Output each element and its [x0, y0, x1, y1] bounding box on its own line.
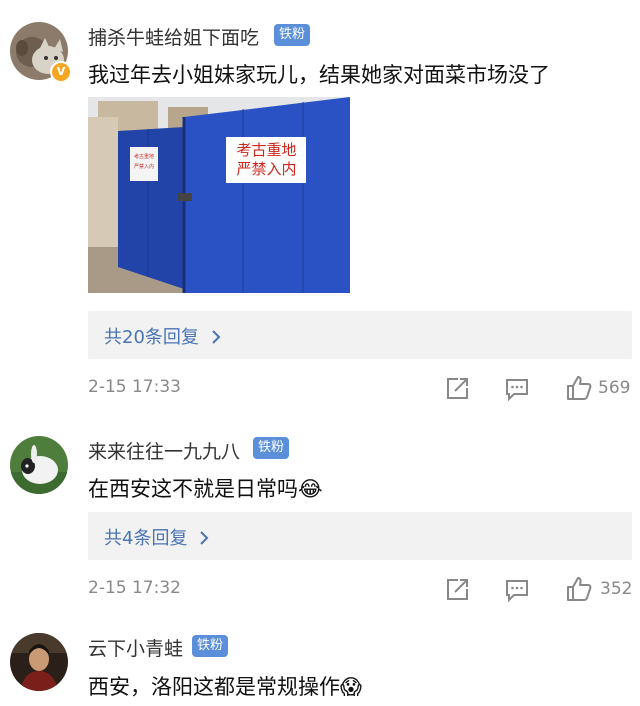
verified-icon: V	[50, 61, 72, 83]
comment-3: 云下小青蛙 铁粉 西安，洛阳这都是常规操作😱	[0, 615, 640, 706]
comment-text: 在西安这不就是日常吗😂	[88, 477, 323, 501]
comment-icon[interactable]	[504, 577, 530, 603]
like-icon[interactable]	[566, 375, 592, 401]
view-replies-label: 共20条回复	[104, 327, 199, 348]
rabbit-avatar-icon	[10, 436, 68, 494]
like-count: 569	[598, 378, 631, 398]
repost-icon[interactable]	[444, 577, 470, 603]
username[interactable]: 云下小青蛙	[88, 634, 183, 661]
chevron-right-icon	[200, 531, 209, 545]
reply-box[interactable]: 共20条回复	[88, 311, 632, 359]
comment-1: V 捕杀牛蛙给姐下面吃 铁粉 我过年去小姐妹家玩儿，结果她家对面菜市场没了 考古…	[0, 0, 640, 410]
view-replies-link[interactable]: 共20条回复	[104, 323, 221, 349]
like-icon[interactable]	[566, 576, 592, 602]
fan-badge: 铁粉	[192, 635, 229, 657]
fan-badge: 铁粉	[274, 24, 311, 46]
comment-time: 2-15 17:33	[88, 377, 181, 397]
fan-badge: 铁粉	[253, 437, 290, 459]
comment-icon[interactable]	[504, 376, 530, 402]
avatar[interactable]	[10, 633, 68, 691]
view-replies-label: 共4条回复	[104, 528, 188, 549]
sign-big-line-2: 严禁入内	[236, 160, 297, 178]
comment-photo[interactable]: 考古重地 严禁入内 考古重地 严禁入内	[88, 97, 350, 293]
sign-big: 考古重地 严禁入内	[229, 141, 304, 179]
comment-2: 来来往往一九九八 铁粉 在西安这不就是日常吗😂 共4条回复 2-15 17:32…	[0, 410, 640, 615]
like-count: 352	[600, 579, 633, 599]
blue-fence-photo-icon	[88, 97, 350, 293]
comment-text: 我过年去小姐妹家玩儿，结果她家对面菜市场没了	[88, 63, 550, 87]
view-replies-link[interactable]: 共4条回复	[104, 524, 209, 550]
comment-time: 2-15 17:32	[88, 578, 181, 598]
sign-big-line-1: 考古重地	[236, 141, 297, 159]
repost-icon[interactable]	[444, 376, 470, 402]
person-avatar-icon	[10, 633, 68, 691]
chevron-right-icon	[211, 330, 221, 344]
avatar[interactable]	[10, 436, 68, 494]
username[interactable]: 来来往往一九九八	[88, 437, 240, 464]
comment-text: 西安，洛阳这都是常规操作😱	[88, 675, 362, 699]
reply-box[interactable]: 共4条回复	[88, 512, 632, 560]
sign-small: 考古重地 严禁入内	[132, 152, 156, 172]
sign-small-line-1: 考古重地	[133, 154, 154, 160]
sign-small-line-2: 严禁入内	[133, 164, 154, 170]
username[interactable]: 捕杀牛蛙给姐下面吃	[88, 23, 259, 50]
